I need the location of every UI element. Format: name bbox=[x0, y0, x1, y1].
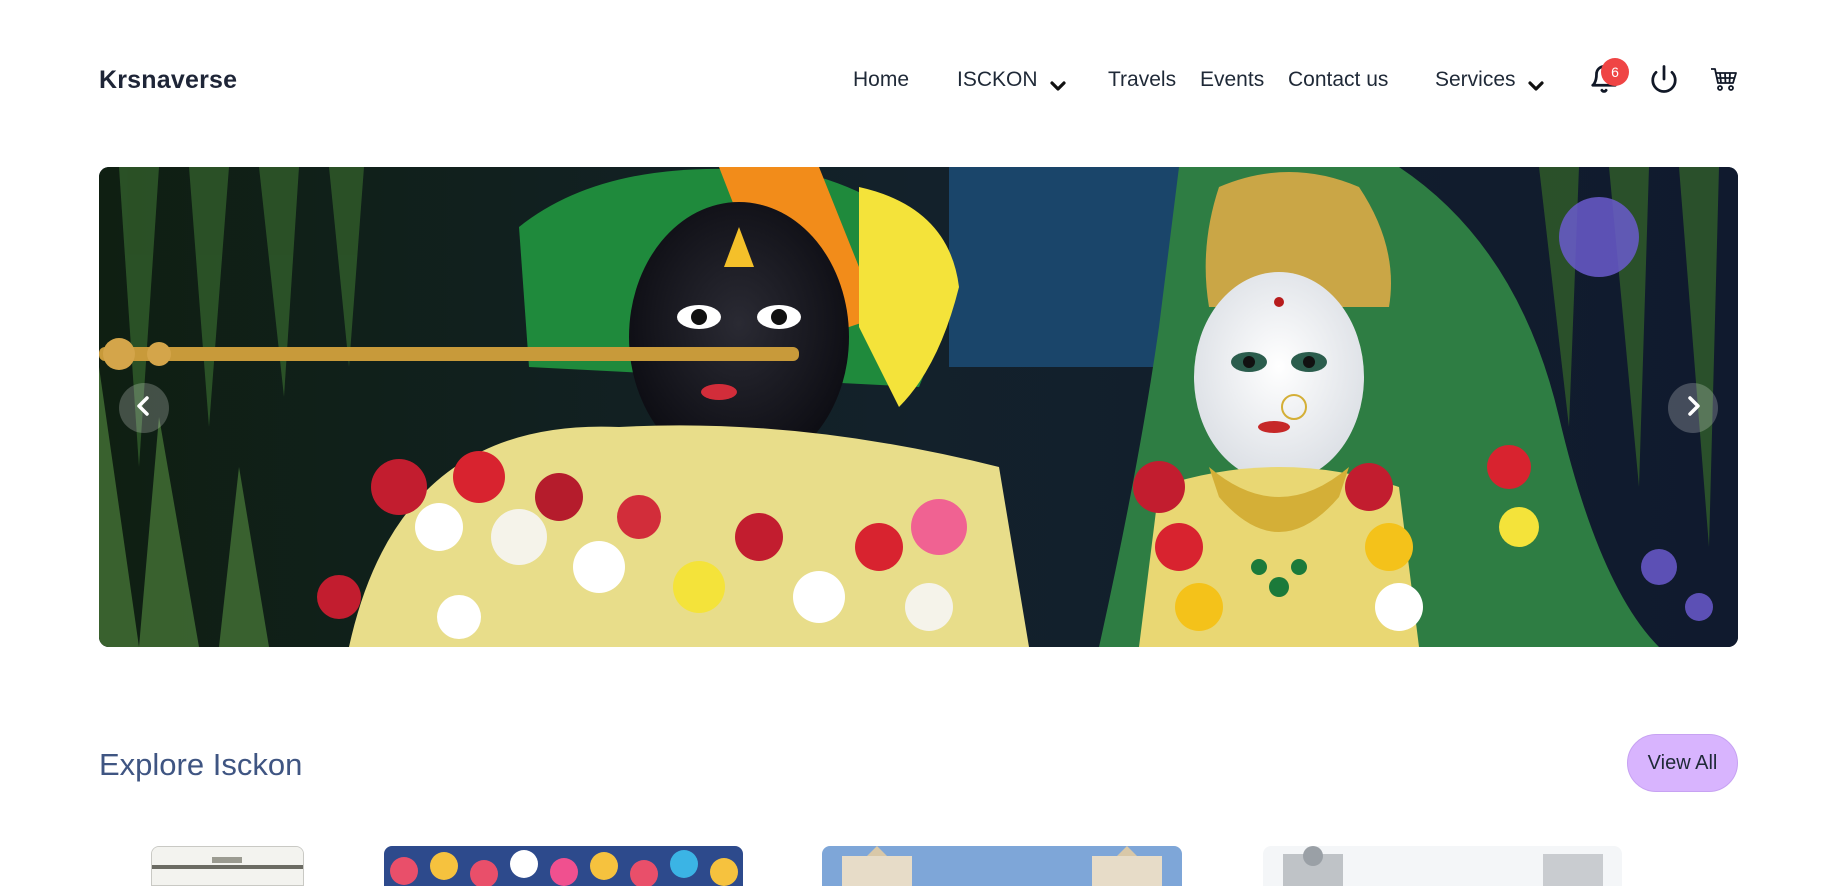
chevron-down-icon bbox=[1527, 74, 1544, 91]
hero-carousel-image bbox=[99, 167, 1738, 647]
power-icon bbox=[1649, 64, 1679, 99]
carousel-prev-button[interactable] bbox=[119, 383, 169, 433]
explore-card-image bbox=[1263, 846, 1622, 886]
hero-carousel[interactable] bbox=[99, 167, 1738, 647]
nav-iskcon-dropdown[interactable]: ISCKON bbox=[957, 68, 1066, 92]
notification-count-badge: 6 bbox=[1601, 58, 1629, 86]
nav-home[interactable]: Home bbox=[853, 68, 909, 92]
explore-card-image bbox=[384, 846, 743, 886]
chevron-down-icon bbox=[1049, 74, 1066, 91]
explore-card[interactable] bbox=[822, 846, 1182, 886]
chevron-right-icon bbox=[1682, 395, 1704, 422]
nav-events-label: Events bbox=[1200, 68, 1265, 91]
nav-home-label: Home bbox=[853, 68, 910, 91]
cart-icon bbox=[1710, 66, 1738, 97]
explore-card[interactable] bbox=[384, 846, 743, 886]
explore-card[interactable] bbox=[1263, 846, 1622, 886]
main-nav: Home ISCKON Travels Events Contact us Se… bbox=[0, 68, 1831, 98]
cart-button[interactable] bbox=[1707, 64, 1741, 98]
explore-section-title: Explore Isckon bbox=[99, 747, 303, 782]
nav-services-dropdown[interactable]: Services bbox=[1435, 68, 1544, 92]
explore-card-image bbox=[152, 847, 303, 885]
carousel-next-button[interactable] bbox=[1668, 383, 1718, 433]
nav-travels-label: Travels bbox=[1108, 68, 1177, 91]
view-all-button[interactable]: View All bbox=[1627, 734, 1738, 792]
power-button[interactable] bbox=[1647, 64, 1681, 98]
site-header: Krsnaverse Home ISCKON Travels Events Co… bbox=[0, 0, 1831, 165]
chevron-left-icon bbox=[133, 395, 155, 422]
nav-travels[interactable]: Travels bbox=[1108, 68, 1176, 92]
nav-services-label: Services bbox=[1435, 68, 1516, 91]
nav-iskcon-label: ISCKON bbox=[957, 68, 1038, 91]
nav-events[interactable]: Events bbox=[1200, 68, 1264, 92]
nav-contact-us-label: Contact us bbox=[1288, 68, 1389, 91]
explore-card-image bbox=[822, 846, 1182, 886]
nav-contact-us[interactable]: Contact us bbox=[1288, 68, 1388, 92]
explore-card[interactable] bbox=[151, 846, 304, 886]
